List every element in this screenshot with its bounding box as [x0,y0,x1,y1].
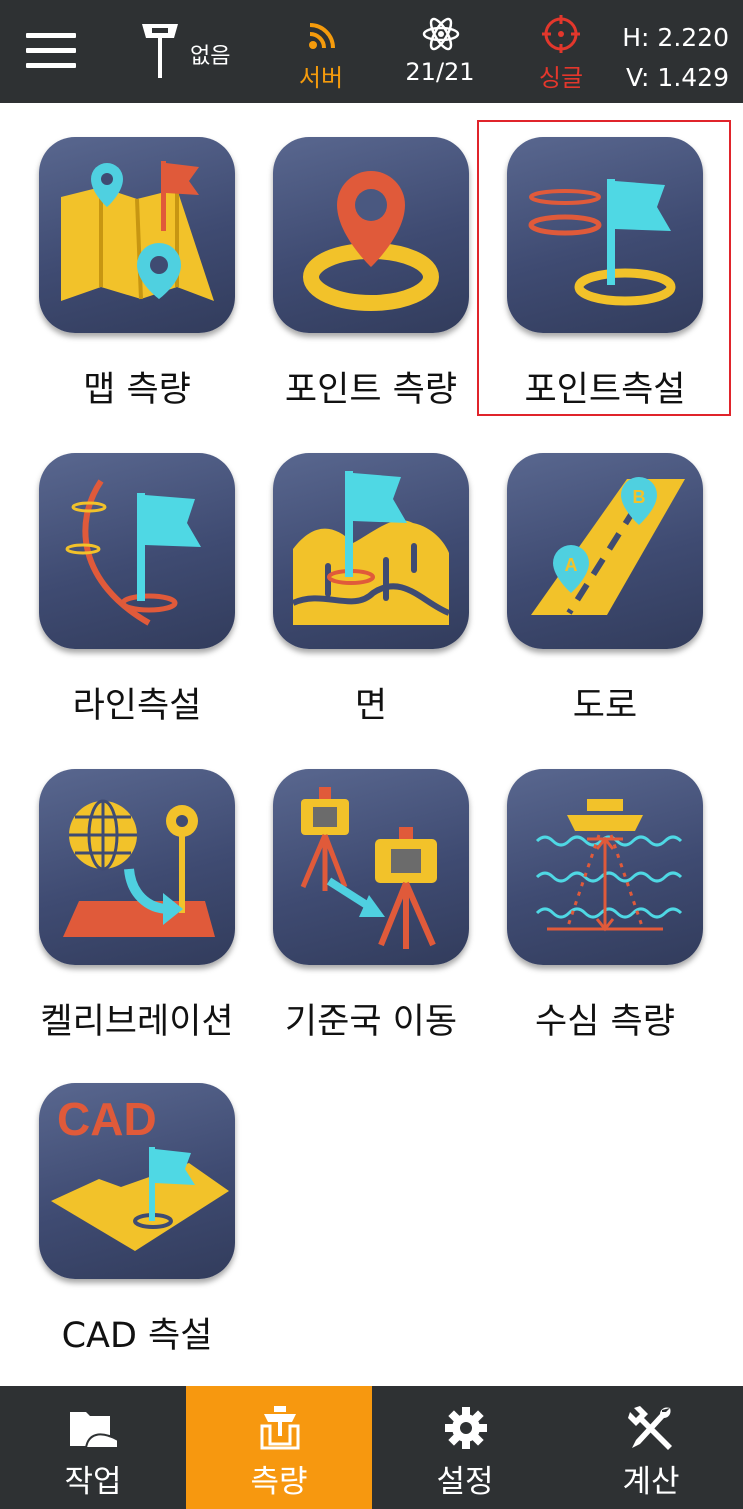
solution-status[interactable]: 싱글 [522,0,600,103]
tile-map-survey[interactable]: 맵 측량 [0,103,235,410]
tile-label: 라인측설 [72,686,202,726]
h-precision: H: 2.220 [622,23,729,52]
rss-icon [309,23,335,49]
tile-road[interactable]: B A 도로 [468,419,703,726]
tile-calibration[interactable]: 켈리브레이션 [0,735,235,1042]
tile-label: 켈리브레이션 [40,1002,234,1042]
tile-cad-stakeout[interactable]: CAD CAD 측설 [0,1049,235,1356]
cad-stakeout-icon: CAD [39,1083,235,1279]
tile-label: 수심 측량 [535,1002,675,1042]
tile-label: 기준국 이동 [284,1002,458,1042]
tile-line-stakeout[interactable]: 라인측설 [0,419,235,726]
tile-point-stakeout[interactable]: 포인트측설 [468,103,703,410]
folder-icon [70,1412,119,1449]
precision-readout: H: 2.220 V: 1.429 [622,18,729,98]
hamburger-menu-button[interactable] [26,33,76,69]
base-shift-icon [273,769,469,965]
surface-icon [273,453,469,649]
atom-icon [422,17,460,51]
tile-label: CAD 측설 [61,1316,213,1356]
tile-label: 포인트측설 [524,370,686,410]
map-survey-icon [39,137,235,333]
nav-tab-job[interactable]: 작업 [0,1386,186,1509]
satellite-status[interactable]: 21/21 [395,0,485,103]
receiver-status[interactable]: 없음 [130,0,250,103]
bottom-navigation: 작업 측량 설정 계산 [0,1386,743,1509]
satellite-count: 21/21 [405,58,475,86]
road-icon: B A [507,453,703,649]
tile-label: 맵 측량 [83,370,191,410]
server-status[interactable]: 서버 [282,0,360,103]
depth-survey-icon [507,769,703,965]
nav-label: 계산 [622,1464,680,1500]
gear-icon [445,1407,487,1449]
svg-text:A: A [565,555,578,575]
top-status-bar: 없음 서버 21/21 싱글 H: 2.220 V: 1.429 [0,0,743,103]
point-stakeout-icon [507,137,703,333]
survey-icon [260,1406,300,1450]
point-survey-icon [273,137,469,333]
tile-point-survey[interactable]: 포인트 측량 [234,103,469,410]
cad-icon-text: CAD [57,1093,157,1145]
crosshair-icon [542,15,580,53]
solution-label: 싱글 [538,64,584,92]
calibration-icon [39,769,235,965]
tile-base-shift[interactable]: 기준국 이동 [234,735,469,1042]
receiver-status-text: 없음 [190,44,231,69]
tools-icon [628,1406,672,1450]
tile-label: 포인트 측량 [284,370,458,410]
tile-surface[interactable]: 면 [234,419,469,726]
nav-tab-settings[interactable]: 설정 [372,1386,558,1509]
server-status-label: 서버 [298,64,344,92]
v-precision: V: 1.429 [625,63,729,92]
nav-tab-calculate[interactable]: 계산 [558,1386,743,1509]
nav-label: 설정 [436,1464,494,1500]
tile-label: 면 [354,686,388,726]
gnss-receiver-icon [142,24,178,78]
nav-label: 측량 [250,1464,308,1500]
nav-tab-survey[interactable]: 측량 [186,1386,372,1509]
tile-depth-survey[interactable]: 수심 측량 [468,735,703,1042]
svg-text:B: B [633,487,646,507]
line-stakeout-icon [39,453,235,649]
nav-label: 작업 [64,1464,122,1500]
tile-label: 도로 [572,686,638,726]
